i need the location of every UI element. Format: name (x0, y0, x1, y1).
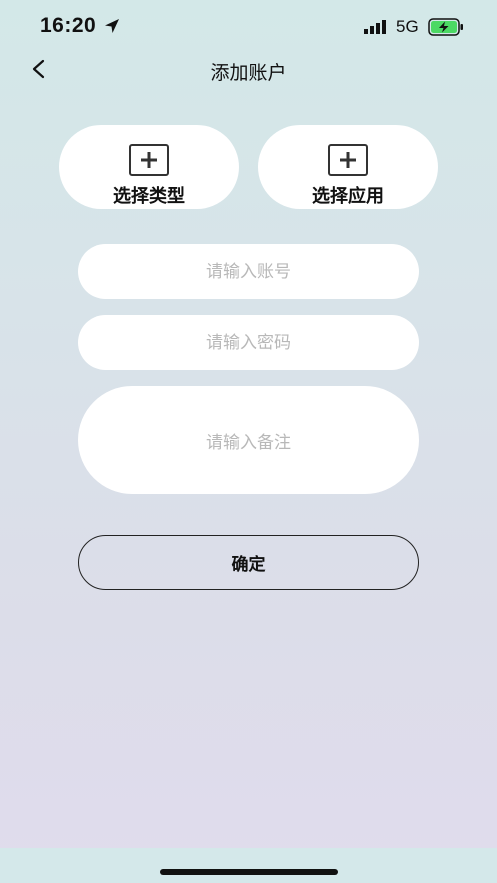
signal-icon (364, 20, 386, 34)
select-app-button[interactable]: 选择应用 (258, 125, 438, 209)
password-input[interactable] (78, 315, 419, 370)
account-input[interactable] (78, 244, 419, 299)
plus-square-icon (328, 144, 368, 176)
note-input[interactable] (78, 386, 419, 494)
status-time: 16:20 (40, 14, 97, 37)
nav-bar: 添加账户 (0, 50, 497, 90)
plus-square-icon (129, 144, 169, 176)
select-type-label: 选择类型 (113, 186, 185, 207)
battery-charging-icon (428, 18, 463, 36)
home-indicator[interactable] (160, 869, 338, 875)
network-label: 5G (396, 17, 419, 36)
location-arrow-icon (105, 19, 119, 33)
home-indicator-area (0, 848, 497, 883)
status-bar: 16:20 5G (0, 0, 497, 54)
confirm-button[interactable]: 确定 (78, 535, 419, 590)
select-app-label: 选择应用 (312, 186, 384, 207)
select-type-button[interactable]: 选择类型 (59, 125, 239, 209)
page-title: 添加账户 (210, 62, 287, 84)
